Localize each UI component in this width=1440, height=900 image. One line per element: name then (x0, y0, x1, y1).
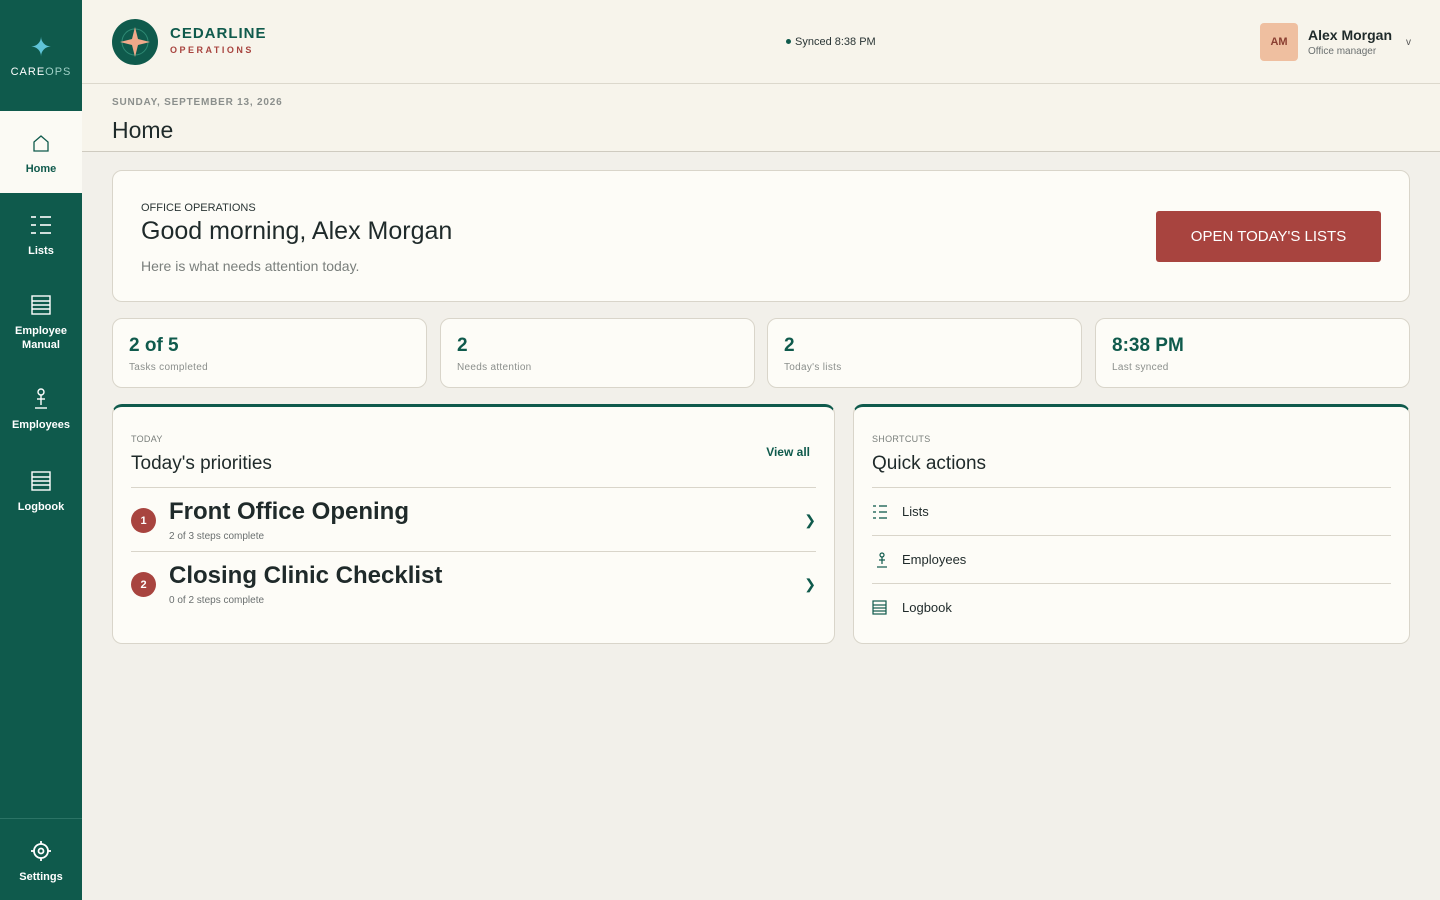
greeting-subtitle: Here is what needs attention today. (141, 258, 360, 274)
sidebar: ✦ CAREOPS Home Lists Employee Manual Emp… (0, 0, 82, 900)
sidebar-item-settings[interactable]: Settings (0, 818, 82, 900)
quick-action-logbook[interactable]: Logbook (872, 583, 1391, 631)
list-icon (30, 210, 52, 240)
gear-icon (30, 836, 52, 866)
user-name: Alex Morgan (1308, 27, 1393, 43)
sidebar-item-logbook[interactable]: Logbook (0, 449, 82, 531)
page-header: SUNDAY, SEPTEMBER 13, 2026 Home (82, 84, 1440, 152)
list-icon (872, 504, 902, 520)
view-all-link[interactable]: View all (766, 445, 810, 459)
chevron-down-icon[interactable]: v (1406, 37, 1411, 48)
sidebar-item-lists[interactable]: Lists (0, 193, 82, 275)
org-name: CEDARLINE OPERATIONS (170, 25, 267, 55)
priority-number-badge: 1 (131, 508, 156, 533)
panel-kicker: TODAY (131, 434, 163, 444)
status-dot-icon (786, 38, 791, 44)
open-todays-lists-button[interactable]: OPEN TODAY'S LISTS (1156, 211, 1381, 262)
sparkle-icon: ✦ (30, 31, 52, 62)
user-role: Office manager (1308, 46, 1377, 57)
stat-card-tasks-completed: 2 of 5 Tasks completed (112, 318, 427, 388)
stat-card-needs-attention: 2 Needs attention (440, 318, 755, 388)
greeting-kicker: OFFICE OPERATIONS (141, 202, 256, 214)
panel-kicker: SHORTCUTS (872, 434, 931, 444)
priority-name: Front Office Opening (169, 498, 409, 525)
org-logo (112, 19, 158, 65)
top-header: CEDARLINE OPERATIONS Synced 8:38 PM AM A… (82, 0, 1440, 84)
priority-progress: 2 of 3 steps complete (169, 531, 265, 542)
sidebar-item-home[interactable]: Home (0, 111, 82, 193)
chevron-right-icon: ❯ (804, 576, 816, 592)
priority-progress: 0 of 2 steps complete (169, 595, 265, 606)
compass-star-icon (120, 27, 150, 57)
greeting-card: OFFICE OPERATIONS Good morning, Alex Mor… (112, 170, 1410, 302)
logbook-icon (31, 466, 51, 496)
greeting-title: Good morning, Alex Morgan (141, 217, 453, 245)
app-brand[interactable]: ✦ CAREOPS (0, 0, 82, 111)
priority-number-badge: 2 (131, 572, 156, 597)
sidebar-item-employees[interactable]: Employees (0, 367, 82, 449)
priority-item[interactable]: 1 Front Office Opening 2 of 3 steps comp… (131, 487, 816, 551)
person-icon (872, 551, 902, 568)
home-icon (33, 128, 49, 158)
chevron-right-icon: ❯ (804, 512, 816, 528)
priority-name: Closing Clinic Checklist (169, 562, 443, 589)
page-title: Home (112, 117, 174, 143)
priority-item[interactable]: 2 Closing Clinic Checklist 0 of 2 steps … (131, 551, 816, 615)
user-menu[interactable]: AM Alex Morgan Office manager v (1260, 23, 1411, 61)
stat-card-todays-lists: 2 Today's lists (767, 318, 1082, 388)
person-icon (33, 384, 49, 414)
logbook-icon (872, 600, 902, 615)
priorities-panel: TODAY Today's priorities View all 1 Fron… (112, 404, 835, 644)
manual-icon (31, 290, 51, 320)
panel-title: Quick actions (872, 453, 987, 474)
sync-status: Synced 8:38 PM (786, 36, 876, 48)
avatar: AM (1260, 23, 1298, 61)
sidebar-item-employee-manual[interactable]: Employee Manual (0, 275, 82, 367)
stat-card-last-synced: 8:38 PM Last synced (1095, 318, 1410, 388)
quick-action-employees[interactable]: Employees (872, 535, 1391, 583)
current-date: SUNDAY, SEPTEMBER 13, 2026 (112, 97, 283, 108)
app-wordmark: CAREOPS (10, 65, 72, 78)
panel-title: Today's priorities (131, 453, 272, 474)
quick-action-lists[interactable]: Lists (872, 487, 1391, 535)
quick-actions-panel: SHORTCUTS Quick actions Lists Employees … (853, 404, 1410, 644)
